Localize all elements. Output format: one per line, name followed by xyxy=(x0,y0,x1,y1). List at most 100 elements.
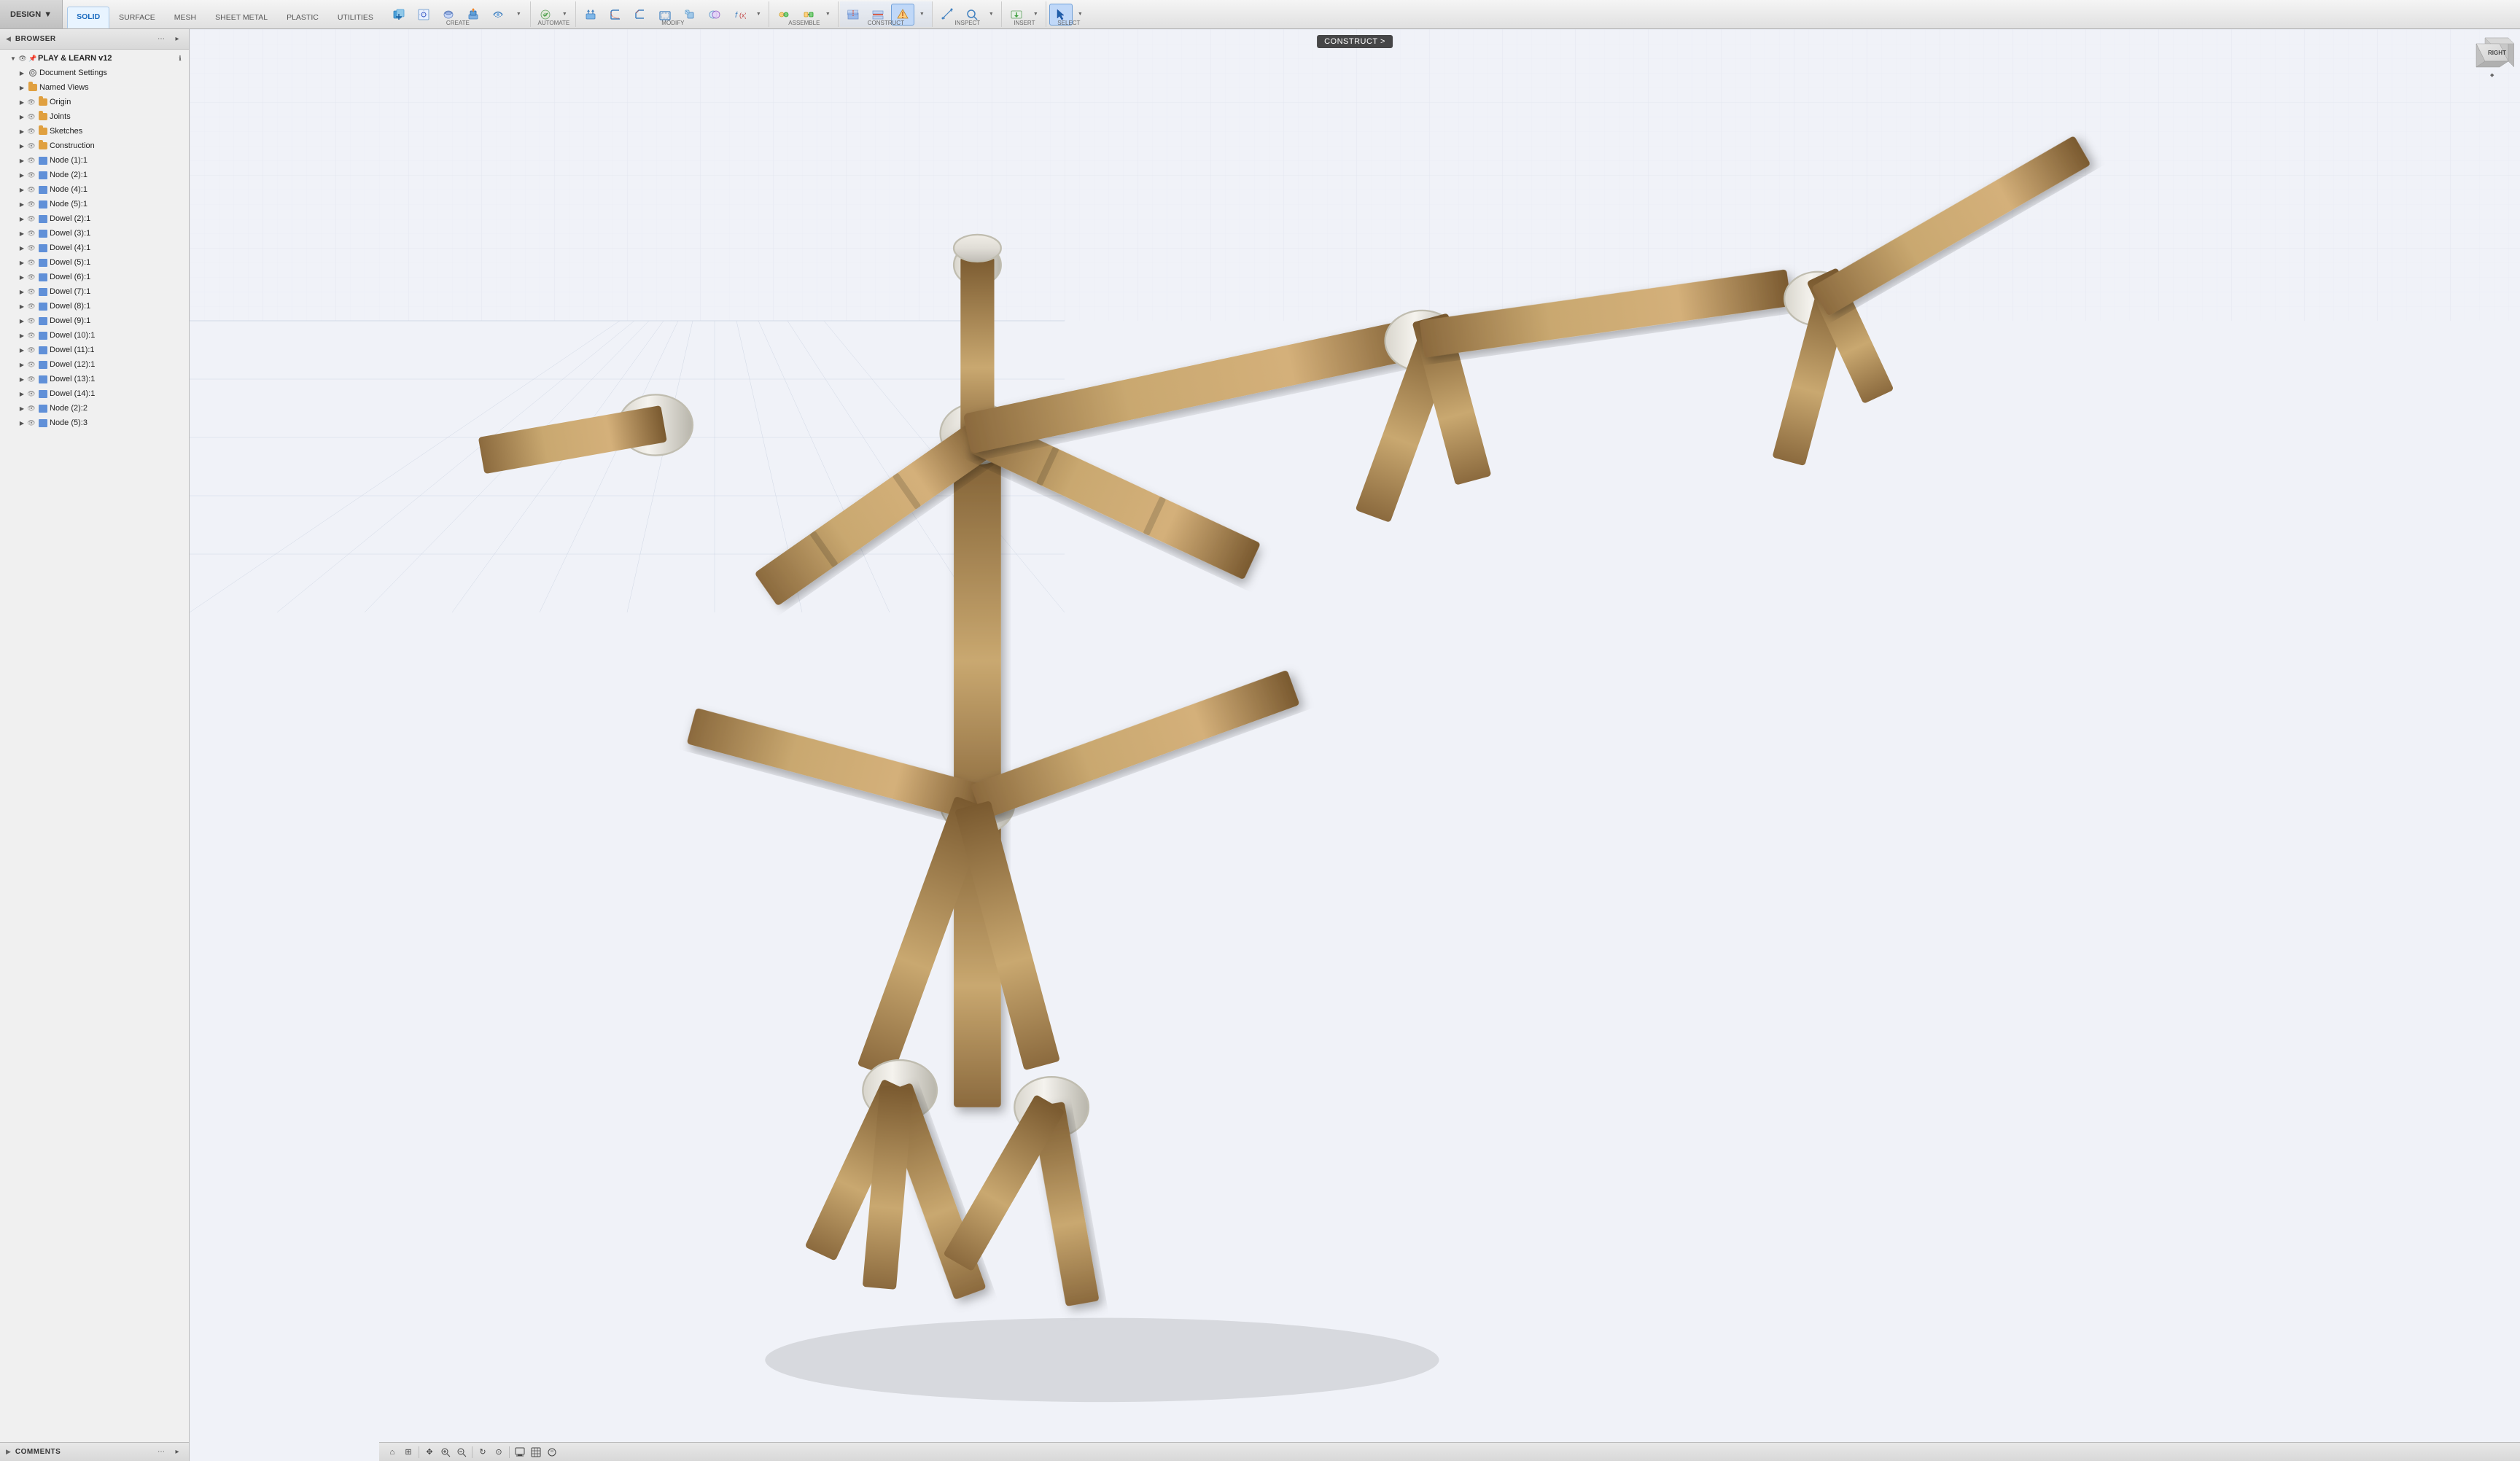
tree-item-dowel-6-1[interactable]: ▶ 👁 Dowel (6):1 xyxy=(0,270,189,284)
tree-item-dowel-2-1[interactable]: ▶ 👁 Dowel (2):1 xyxy=(0,211,189,226)
fillet-button[interactable] xyxy=(604,4,627,26)
tab-sheet-metal[interactable]: SHEET METAL xyxy=(206,7,277,28)
eye-icon-dowel-5-1[interactable]: 👁 xyxy=(26,257,36,268)
tree-root[interactable]: ▼ 👁 📌 PLAY & LEARN v12 ℹ xyxy=(0,51,189,66)
tree-item-origin[interactable]: ▶ 👁 Origin xyxy=(0,95,189,109)
root-eye-icon[interactable]: 👁 xyxy=(18,53,28,63)
tab-solid[interactable]: SOLID xyxy=(67,7,109,28)
eye-icon-dowel-12-1[interactable]: 👁 xyxy=(26,359,36,370)
formula-button[interactable]: f (x) xyxy=(728,4,751,26)
eye-icon-node-1-1[interactable]: 👁 xyxy=(26,155,36,165)
tree-item-dowel-13-1[interactable]: ▶ 👁 Dowel (13):1 xyxy=(0,372,189,386)
joints-eye-icon[interactable]: 👁 xyxy=(26,112,36,122)
tab-utilities[interactable]: UTILITIES xyxy=(328,7,383,28)
eye-icon-dowel-9-1[interactable]: 👁 xyxy=(26,316,36,326)
construction-eye-icon[interactable]: 👁 xyxy=(26,141,36,151)
tree-item-dowel-11-1[interactable]: ▶ 👁 Dowel (11):1 xyxy=(0,343,189,357)
zoom-in-button[interactable] xyxy=(454,1445,469,1460)
eye-icon-node-4-1[interactable]: 👁 xyxy=(26,184,36,195)
orbit-button[interactable]: ↻ xyxy=(475,1445,490,1460)
eye-icon-dowel-10-1[interactable]: 👁 xyxy=(26,330,36,340)
zoom-window-button[interactable] xyxy=(438,1445,453,1460)
tree-item-joints[interactable]: ▶ 👁 Joints xyxy=(0,109,189,124)
combine-button[interactable] xyxy=(703,4,726,26)
look-at-button[interactable]: ⊙ xyxy=(491,1445,506,1460)
box-icon-dowel-7-1 xyxy=(38,287,48,297)
tree-item-node-5-1[interactable]: ▶ 👁 Node (5):1 xyxy=(0,197,189,211)
new-component-button[interactable] xyxy=(387,4,411,26)
tab-plastic[interactable]: PLASTIC xyxy=(277,7,328,28)
select-group-label: SELECT xyxy=(1057,20,1080,26)
modify-more-button[interactable]: ▼ xyxy=(752,4,764,25)
eye-icon-dowel-3-1[interactable]: 👁 xyxy=(26,228,36,238)
tree-item-dowel-7-1[interactable]: ▶ 👁 Dowel (7):1 xyxy=(0,284,189,299)
display-settings-button[interactable] xyxy=(513,1445,527,1460)
doc-settings-gear-icon xyxy=(28,68,38,78)
tree-item-named-views[interactable]: ▶ Named Views xyxy=(0,80,189,95)
tree-item-document-settings[interactable]: ▶ Document Settings xyxy=(0,66,189,80)
tree-item-dowel-8-1[interactable]: ▶ 👁 Dowel (8):1 xyxy=(0,299,189,313)
tree-item-sketches[interactable]: ▶ 👁 Sketches xyxy=(0,124,189,139)
origin-eye-icon[interactable]: 👁 xyxy=(26,97,36,107)
tree-item-node-2-1[interactable]: ▶ 👁 Node (2):1 xyxy=(0,168,189,182)
comments-toggle-button[interactable]: ▸ xyxy=(171,1446,183,1458)
browser-collapse2-button[interactable]: ▸ xyxy=(171,34,183,45)
root-info-icon[interactable]: ℹ xyxy=(174,52,186,64)
create-sketch-button[interactable] xyxy=(412,4,435,26)
tree-item-dowel-14-1[interactable]: ▶ 👁 Dowel (14):1 xyxy=(0,386,189,401)
browser-collapse-button[interactable]: ◀ xyxy=(6,35,11,43)
tree-item-node-4-1[interactable]: ▶ 👁 Node (4):1 xyxy=(0,182,189,197)
assemble-more-button[interactable]: ▼ xyxy=(822,4,833,25)
eye-icon-dowel-6-1[interactable]: 👁 xyxy=(26,272,36,282)
grid-settings-button[interactable] xyxy=(529,1445,543,1460)
tree-item-dowel-10-1[interactable]: ▶ 👁 Dowel (10):1 xyxy=(0,328,189,343)
browser-tree: ▼ 👁 📌 PLAY & LEARN v12 ℹ ▶ xyxy=(0,50,189,1461)
eye-icon-dowel-4-1[interactable]: 👁 xyxy=(26,243,36,253)
origin-expand-icon: ▶ xyxy=(18,98,26,106)
pan-button[interactable]: ✥ xyxy=(422,1445,437,1460)
tree-item-dowel-3-1[interactable]: ▶ 👁 Dowel (3):1 xyxy=(0,226,189,241)
tab-surface[interactable]: SURFACE xyxy=(109,7,165,28)
tree-item-dowel-5-1[interactable]: ▶ 👁 Dowel (5):1 xyxy=(0,255,189,270)
chamfer-button[interactable] xyxy=(629,4,652,26)
tree-item-node-2-2[interactable]: ▶ 👁 Node (2):2 xyxy=(0,401,189,416)
render-settings-button[interactable] xyxy=(545,1445,559,1460)
eye-icon-node-5-1[interactable]: 👁 xyxy=(26,199,36,209)
root-pin-icon[interactable]: 📌 xyxy=(28,53,38,63)
browser-options-button[interactable]: ⋯ xyxy=(155,34,167,45)
tree-item-construction[interactable]: ▶ 👁 Construction xyxy=(0,139,189,153)
eye-icon-dowel-7-1[interactable]: 👁 xyxy=(26,287,36,297)
revolve-button[interactable] xyxy=(486,4,510,26)
svg-text:(x): (x) xyxy=(739,12,746,19)
tab-mesh[interactable]: MESH xyxy=(165,7,206,28)
tree-item-node-5-3[interactable]: ▶ 👁 Node (5):3 xyxy=(0,416,189,430)
tree-item-dowel-12-1[interactable]: ▶ 👁 Dowel (12):1 xyxy=(0,357,189,372)
eye-icon-dowel-14-1[interactable]: 👁 xyxy=(26,389,36,399)
construct-more-button[interactable]: ▼ xyxy=(916,4,928,25)
tree-item-dowel-4-1[interactable]: ▶ 👁 Dowel (4):1 xyxy=(0,241,189,255)
label-node-2-2: Node (2):2 xyxy=(50,404,186,413)
design-button[interactable]: DESIGN ▼ xyxy=(0,0,63,28)
sketches-eye-icon[interactable]: 👁 xyxy=(26,126,36,136)
comments-options-button[interactable]: ⋯ xyxy=(155,1446,167,1458)
comments-collapse-button[interactable]: ▶ xyxy=(6,1448,11,1456)
eye-icon-node-5-3[interactable]: 👁 xyxy=(26,418,36,428)
tree-item-dowel-9-1[interactable]: ▶ 👁 Dowel (9):1 xyxy=(0,313,189,328)
eye-icon-dowel-11-1[interactable]: 👁 xyxy=(26,345,36,355)
toolbar-group-automate: ▼ AUTOMATE xyxy=(532,1,576,27)
press-pull-button[interactable] xyxy=(579,4,602,26)
eye-icon-dowel-2-1[interactable]: 👁 xyxy=(26,214,36,224)
eye-icon-node-2-1[interactable]: 👁 xyxy=(26,170,36,180)
inspect-more-button[interactable]: ▼ xyxy=(985,4,997,25)
eye-icon-dowel-13-1[interactable]: 👁 xyxy=(26,374,36,384)
eye-icon-dowel-8-1[interactable]: 👁 xyxy=(26,301,36,311)
offset-plane-button[interactable] xyxy=(841,4,865,26)
viewport[interactable]: CONSTRUCT > xyxy=(190,29,2520,1461)
create-more-button[interactable]: ▼ xyxy=(511,4,526,25)
eye-icon-node-2-2[interactable]: 👁 xyxy=(26,403,36,413)
tree-item-node-1-1[interactable]: ▶ 👁 Node (1):1 xyxy=(0,153,189,168)
viewcube[interactable]: RIGHT ◆ xyxy=(2470,35,2514,79)
fit-button[interactable]: ⊞ xyxy=(401,1445,416,1460)
toolbar-group-select: ▼ SELECT xyxy=(1048,1,1090,27)
home-button[interactable]: ⌂ xyxy=(385,1445,400,1460)
